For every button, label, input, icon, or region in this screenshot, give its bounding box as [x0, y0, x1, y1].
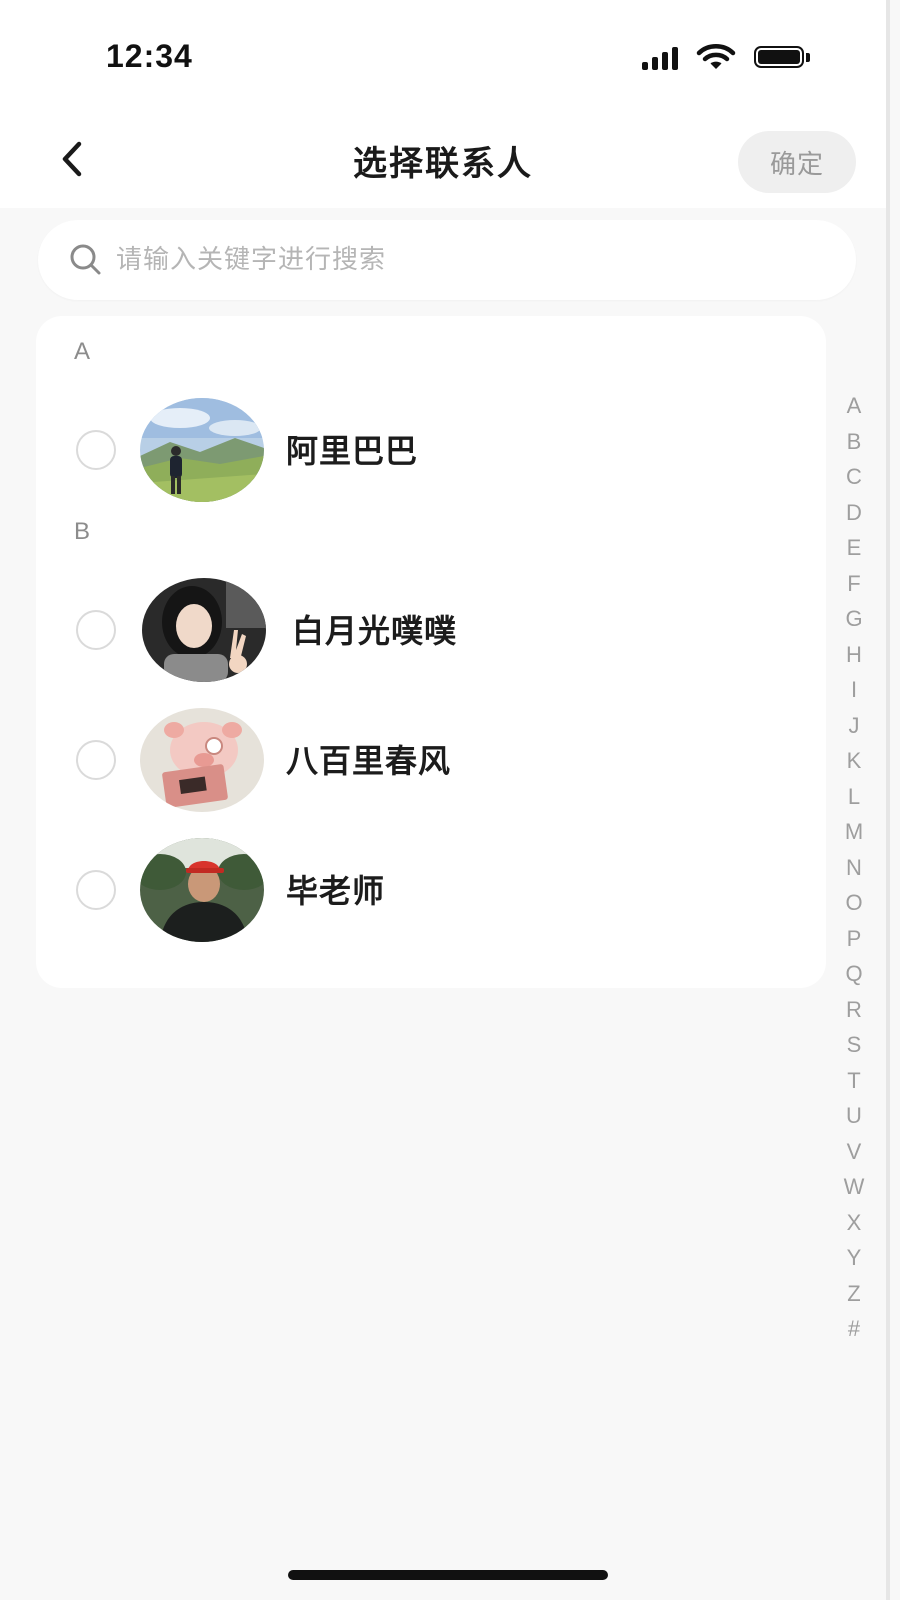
contact-name: 阿里巴巴	[286, 432, 419, 470]
index-letter-hash[interactable]: #	[836, 1311, 872, 1347]
section-header-b: B	[74, 518, 91, 545]
index-letter-q[interactable]: Q	[836, 956, 872, 992]
contact-name: 白月光噗噗	[292, 612, 458, 650]
top-bar: 12:34 选择联系人 确定	[0, 0, 886, 208]
index-letter-e[interactable]: E	[836, 530, 872, 566]
contact-list: A 阿里巴巴 B 白月光噗噗 八百里春风 毕老师	[36, 316, 826, 988]
index-letter-v[interactable]: V	[836, 1134, 872, 1170]
contact-row[interactable]: 白月光噗噗	[36, 578, 826, 682]
section-header-a: A	[74, 338, 91, 365]
index-letter-o[interactable]: O	[836, 885, 872, 921]
index-letter-p[interactable]: P	[836, 921, 872, 957]
battery-icon	[754, 46, 810, 70]
select-radio[interactable]	[76, 740, 116, 780]
search-icon	[66, 240, 106, 280]
contact-name: 八百里春风	[286, 742, 452, 780]
signal-icon	[642, 46, 678, 70]
index-letter-r[interactable]: R	[836, 992, 872, 1028]
index-letter-h[interactable]: H	[836, 637, 872, 673]
search-bar[interactable]	[38, 220, 856, 300]
girl-peace-sign-avatar	[142, 578, 266, 682]
status-time: 12:34	[106, 38, 193, 74]
phone-screen: 12:34 选择联系人 确定 请输入关键字进行搜索 A 阿里巴巴 B 白月光噗噗…	[0, 0, 890, 1600]
index-letter-x[interactable]: X	[836, 1205, 872, 1241]
contact-name: 毕老师	[286, 872, 386, 910]
index-letter-z[interactable]: Z	[836, 1276, 872, 1312]
pig-plush-avatar	[140, 708, 264, 812]
index-letter-y[interactable]: Y	[836, 1240, 872, 1276]
index-letter-m[interactable]: M	[836, 814, 872, 850]
select-radio[interactable]	[76, 610, 116, 650]
man-red-cap-avatar	[140, 838, 264, 942]
alphabet-index-bar[interactable]: A B C D E F G H I J K L M N O P Q R S T …	[836, 388, 872, 1347]
index-letter-u[interactable]: U	[836, 1098, 872, 1134]
status-icons	[642, 44, 810, 72]
index-letter-t[interactable]: T	[836, 1063, 872, 1099]
index-letter-s[interactable]: S	[836, 1027, 872, 1063]
select-radio[interactable]	[76, 430, 116, 470]
contact-row[interactable]: 八百里春风	[36, 708, 826, 812]
index-letter-c[interactable]: C	[836, 459, 872, 495]
index-letter-f[interactable]: F	[836, 566, 872, 602]
index-letter-j[interactable]: J	[836, 708, 872, 744]
index-letter-a[interactable]: A	[836, 388, 872, 424]
person-on-hill-avatar	[140, 398, 264, 502]
index-letter-g[interactable]: G	[836, 601, 872, 637]
index-letter-d[interactable]: D	[836, 495, 872, 531]
select-radio[interactable]	[76, 870, 116, 910]
index-letter-b[interactable]: B	[836, 424, 872, 460]
contact-row[interactable]: 阿里巴巴	[36, 398, 826, 502]
index-letter-i[interactable]: I	[836, 672, 872, 708]
contact-row[interactable]: 毕老师	[36, 838, 826, 942]
confirm-button[interactable]: 确定	[738, 131, 856, 193]
wifi-icon	[696, 44, 736, 69]
index-letter-l[interactable]: L	[836, 779, 872, 815]
search-input[interactable]	[114, 244, 856, 276]
home-indicator	[288, 1570, 608, 1580]
index-letter-w[interactable]: W	[836, 1169, 872, 1205]
index-letter-k[interactable]: K	[836, 743, 872, 779]
index-letter-n[interactable]: N	[836, 850, 872, 886]
